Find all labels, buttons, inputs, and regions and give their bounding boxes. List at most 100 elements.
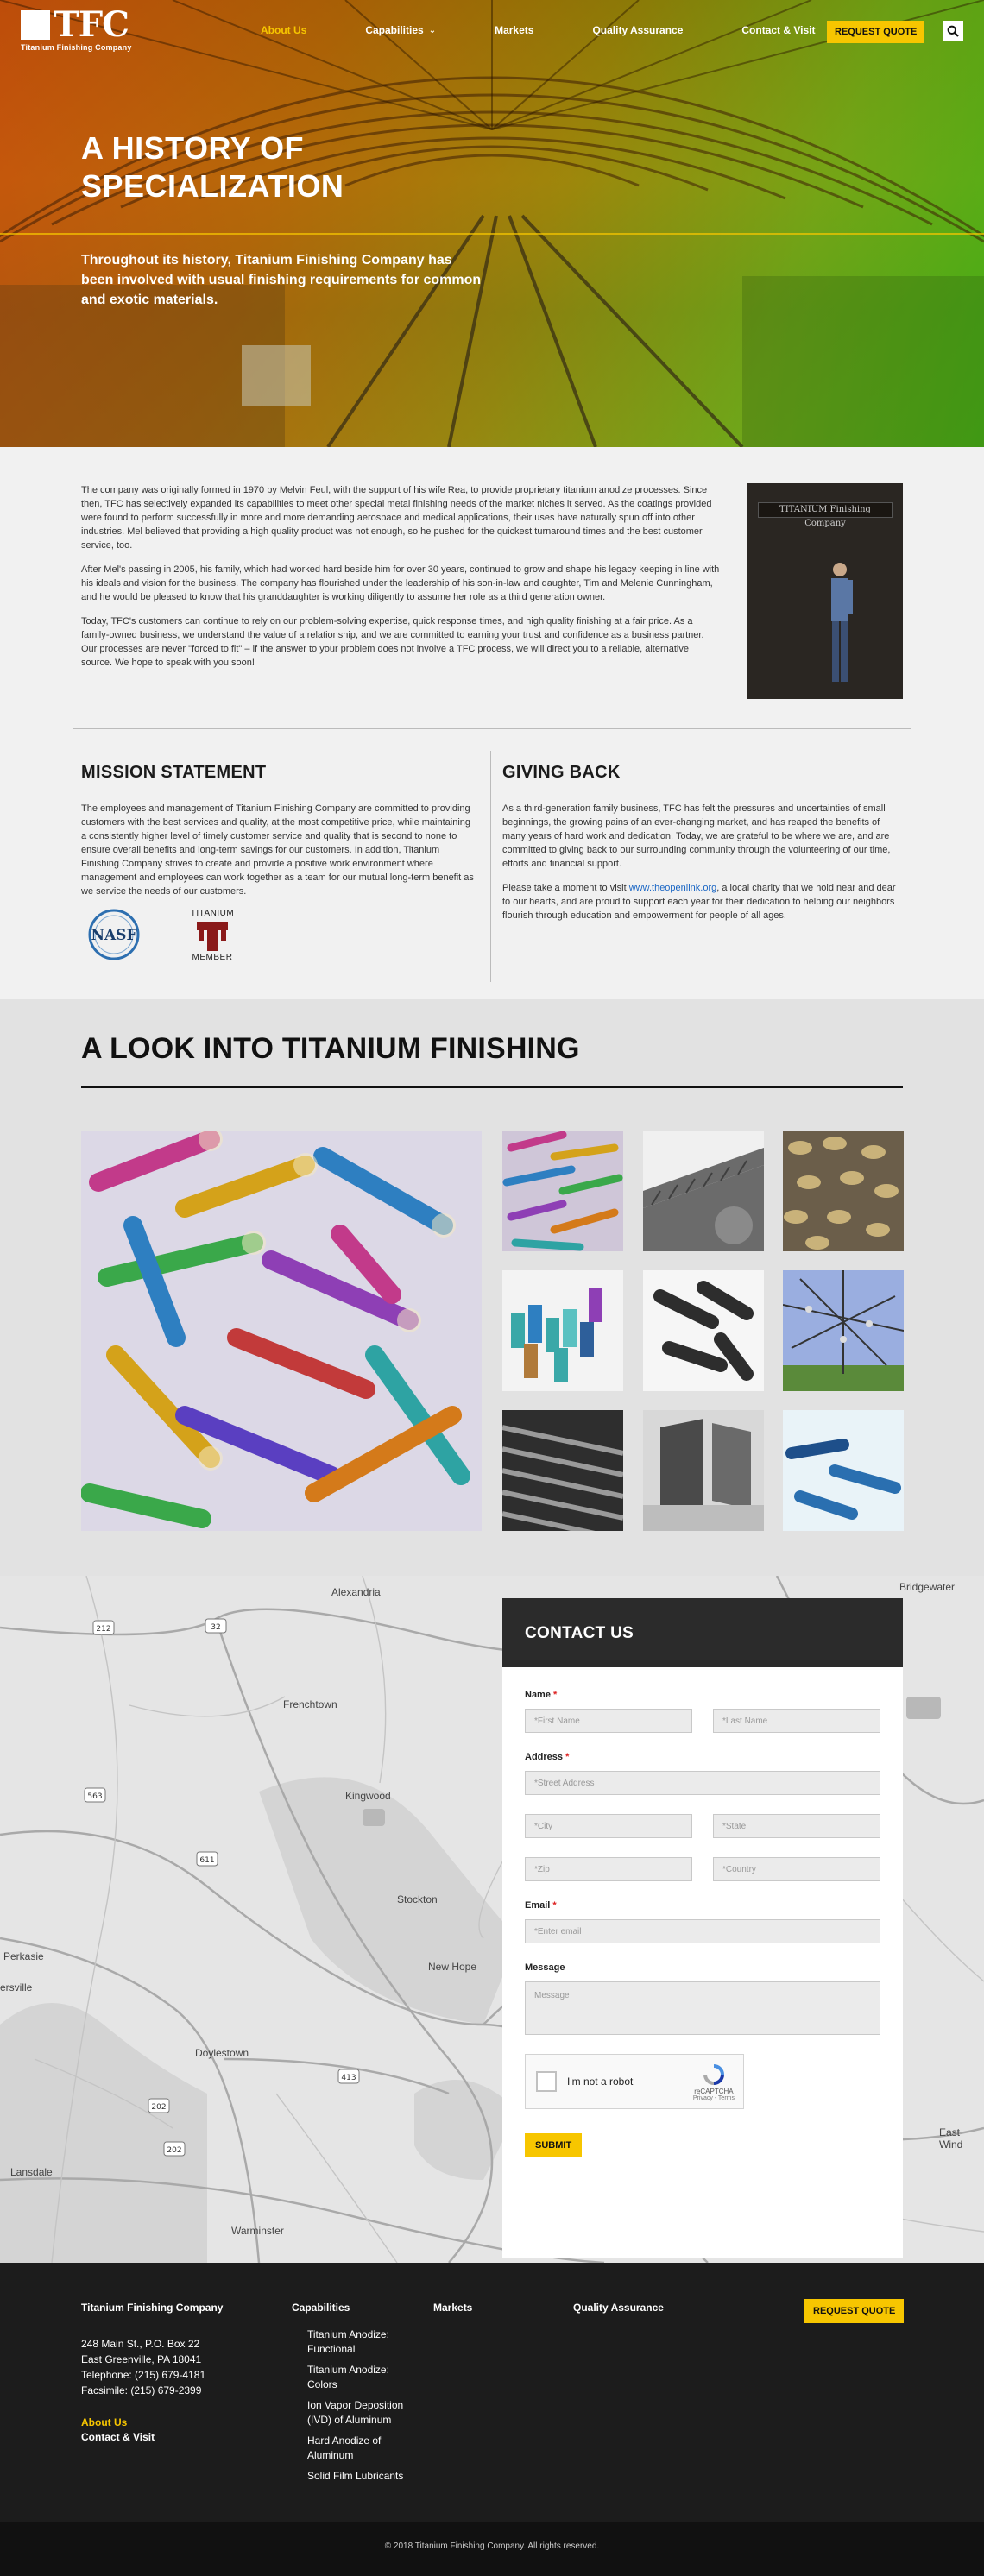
required-mark: * <box>565 1752 570 1762</box>
badge-bottom-text: MEMBER <box>192 953 233 962</box>
recaptcha-links[interactable]: Privacy - Terms <box>693 2095 735 2101</box>
history-paragraph: Today, TFC's customers can continue to r… <box>81 616 704 668</box>
message-textarea[interactable]: Message <box>525 1981 880 2035</box>
gallery-image-steel-brackets[interactable] <box>643 1410 764 1531</box>
address-label: Address * <box>525 1752 880 1762</box>
mission-statement: MISSION STATEMENT The employees and mana… <box>81 763 478 962</box>
gallery-image-colored-cylinders[interactable] <box>502 1270 623 1391</box>
map-label-perkasie: Perkasie <box>3 1950 44 1962</box>
map-label-new-hope: New Hope <box>428 1961 477 1973</box>
recaptcha-label: I'm not a robot <box>567 2075 634 2088</box>
gallery-image-blue-screws[interactable] <box>783 1410 904 1531</box>
svg-text:32: 32 <box>211 1623 220 1632</box>
first-name-input[interactable]: *First Name <box>525 1709 692 1733</box>
svg-text:413: 413 <box>341 2074 356 2082</box>
mission-title: MISSION STATEMENT <box>81 763 267 782</box>
gallery-image-gold-rivets[interactable] <box>783 1131 904 1251</box>
nav-item-contact-visit[interactable]: Contact & Visit <box>741 24 815 36</box>
label-text: Address <box>525 1752 564 1762</box>
nav-item-label: Markets <box>495 24 534 36</box>
street-row: *Street Address <box>525 1771 880 1795</box>
request-quote-button[interactable]: REQUEST QUOTE <box>827 21 925 43</box>
footer-capabilities-title[interactable]: Capabilities <box>292 2301 421 2315</box>
gallery-image-colored-screws-large[interactable] <box>81 1131 482 1531</box>
svg-text:212: 212 <box>96 1625 110 1634</box>
city-input[interactable]: *City <box>525 1814 692 1838</box>
hero-section: TFC Titanium Finishing Company About Us … <box>0 0 984 447</box>
history-text: The company was originally formed in 197… <box>81 483 720 680</box>
footer-link-about-us[interactable]: About Us <box>81 2415 254 2430</box>
giving-back: GIVING BACK As a third-generation family… <box>502 763 899 933</box>
last-name-input[interactable]: *Last Name <box>713 1709 880 1733</box>
footer-capability-item[interactable]: Ion Vapor Deposition (IVD) of Aluminum <box>307 2398 421 2428</box>
gallery-image-turbine-blades[interactable] <box>643 1131 764 1251</box>
footer-quality-link[interactable]: Quality Assurance <box>573 2301 664 2315</box>
footer-capability-item[interactable]: Hard Anodize of Aluminum <box>307 2434 421 2463</box>
nav-item-label: Quality Assurance <box>592 24 684 36</box>
svg-text:563: 563 <box>87 1792 102 1801</box>
zip-country-row: *Zip *Country <box>525 1857 880 1881</box>
footer-markets-link[interactable]: Markets <box>433 2301 472 2315</box>
colored-cylinders-image <box>502 1270 623 1391</box>
footer-capabilities-list: Titanium Anodize: Functional Titanium An… <box>292 2327 421 2484</box>
recaptcha-checkbox[interactable] <box>536 2071 557 2092</box>
column-divider <box>490 751 491 982</box>
email-label: Email * <box>525 1900 880 1911</box>
footer-request-quote-button[interactable]: REQUEST QUOTE <box>804 2299 905 2323</box>
footer-address: 248 Main St., P.O. Box 22 East Greenvill… <box>81 2336 254 2398</box>
map-label-east-wind: East Wind <box>939 2126 963 2151</box>
footer-capability-item[interactable]: Titanium Anodize: Colors <box>307 2363 421 2392</box>
map-label-alexandria: Alexandria <box>331 1586 381 1598</box>
gallery-image-metal-rack[interactable] <box>502 1410 623 1531</box>
turbine-blades-image <box>643 1131 764 1251</box>
multicolor-screws-image <box>502 1131 623 1251</box>
gallery-image-antenna-wires[interactable] <box>783 1270 904 1391</box>
founder-photo: TITANIUM Finishing Company <box>747 483 903 699</box>
zip-input[interactable]: *Zip <box>525 1857 692 1881</box>
name-label: Name * <box>525 1690 880 1700</box>
state-input[interactable]: *State <box>713 1814 880 1838</box>
footer-markets: Markets <box>433 2301 472 2336</box>
facsimile: Facsimile: (215) 679-2399 <box>81 2384 202 2396</box>
gallery-image-multicolor-screws[interactable] <box>502 1131 623 1251</box>
svg-text:202: 202 <box>151 2103 166 2112</box>
recaptcha-icon <box>703 2064 724 2085</box>
badge-top-text: TITANIUM <box>190 909 235 918</box>
svg-text:202: 202 <box>167 2146 181 2155</box>
gallery-rule <box>81 1086 903 1088</box>
contact-form: CONTACT US Name * *First Name *Last Name… <box>502 1598 903 2258</box>
titanium-member-badge: TITANIUM MEMBER <box>190 909 235 962</box>
footer-link-contact-visit[interactable]: Contact & Visit <box>81 2430 254 2445</box>
charity-link[interactable]: www.theopenlink.org <box>629 883 717 893</box>
nav-item-capabilities[interactable]: Capabilities ⌄ <box>365 24 436 36</box>
gallery-image-black-fasteners[interactable] <box>643 1270 764 1391</box>
submit-button[interactable]: SUBMIT <box>525 2133 583 2157</box>
required-mark: * <box>553 1690 558 1700</box>
logo[interactable]: TFC Titanium Finishing Company <box>21 8 132 52</box>
nav-item-about-us[interactable]: About Us <box>261 24 306 36</box>
email-input[interactable]: *Enter email <box>525 1919 880 1943</box>
footer-company: Titanium Finishing Company 248 Main St.,… <box>81 2301 254 2445</box>
giving-title: GIVING BACK <box>502 763 621 782</box>
search-icon <box>947 25 959 37</box>
search-button[interactable] <box>943 21 963 41</box>
message-label: Message <box>525 1962 565 1973</box>
map-label-stockton: Stockton <box>397 1893 438 1905</box>
history-section: The company was originally formed in 197… <box>0 447 984 999</box>
black-fasteners-image <box>643 1270 764 1391</box>
nav-item-quality-assurance[interactable]: Quality Assurance <box>592 24 683 36</box>
map-label-ersville: ersville <box>0 1981 33 1993</box>
photo-sign: TITANIUM Finishing Company <box>758 502 893 528</box>
map-label-doylestown: Doylestown <box>195 2047 249 2059</box>
steel-brackets-image <box>643 1410 764 1531</box>
address-line: East Greenville, PA 18041 <box>81 2353 202 2365</box>
hero-title: A HISTORY OF SPECIALIZATION <box>81 130 344 204</box>
footer-capability-item[interactable]: Titanium Anodize: Functional <box>307 2327 421 2357</box>
footer-capability-item[interactable]: Solid Film Lubricants <box>307 2469 421 2484</box>
colored-screws-image <box>81 1131 482 1531</box>
street-address-input[interactable]: *Street Address <box>525 1771 880 1795</box>
nav-item-markets[interactable]: Markets <box>495 24 533 36</box>
gold-rivets-image <box>783 1131 904 1251</box>
svg-text:611: 611 <box>199 1856 214 1865</box>
country-input[interactable]: *Country <box>713 1857 880 1881</box>
